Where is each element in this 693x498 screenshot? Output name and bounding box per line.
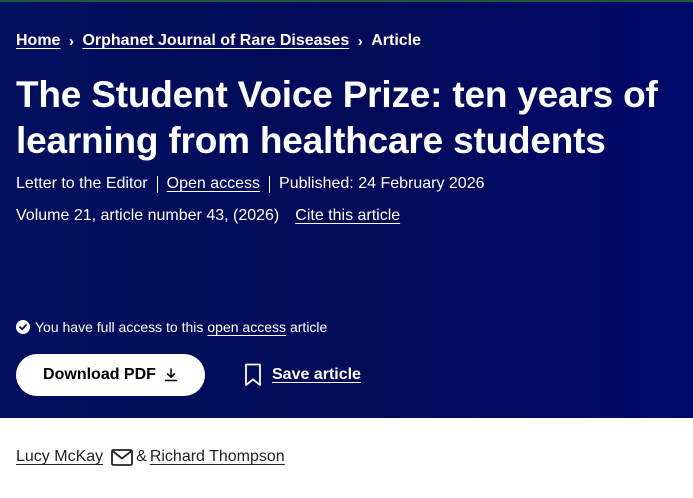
article-citation-line: Volume 21, article number 43, (2026) Cit… [16,207,400,225]
access-notice-prefix: You have full access to this [35,319,204,335]
published-date: Published: 24 February 2026 [279,175,485,192]
article-meta: Letter to the Editor Open access Publish… [16,175,485,193]
access-notice: You have full access to this open access… [16,319,327,335]
breadcrumb-current: Article [371,32,422,49]
divider [156,175,158,193]
cite-article-link[interactable]: Cite this article [295,207,400,225]
bookmark-icon [245,363,261,386]
author-link[interactable]: Lucy McKay [16,448,103,466]
save-article-label: Save article [272,366,361,383]
author-joiner: & [136,448,147,465]
breadcrumb: Home › Orphanet Journal of Rare Diseases… [16,32,421,50]
breadcrumb-home-link[interactable]: Home [16,32,60,50]
check-circle-icon [16,320,30,334]
mail-icon[interactable] [111,448,134,466]
access-open-access-link[interactable]: open access [207,319,286,335]
access-notice-suffix: article [289,319,328,335]
author-link[interactable]: Richard Thompson [150,448,285,466]
open-access-link[interactable]: Open access [167,175,260,193]
author-list: Lucy McKay & Richard Thompson [16,448,285,466]
download-icon [164,368,178,382]
chevron-right-icon: › [68,32,74,50]
chevron-right-icon: › [357,32,363,50]
article-title: The Student Voice Prize: ten years of le… [16,74,658,161]
breadcrumb-journal-link[interactable]: Orphanet Journal of Rare Diseases [82,32,349,50]
divider [269,175,271,193]
article-type: Letter to the Editor [16,175,148,192]
article-header: Home › Orphanet Journal of Rare Diseases… [0,0,693,418]
save-article-button[interactable]: Save article [244,363,361,387]
download-pdf-label: Download PDF [43,366,156,383]
volume-info: Volume 21, article number 43, (2026) [16,207,280,224]
download-pdf-button[interactable]: Download PDF [16,354,205,396]
